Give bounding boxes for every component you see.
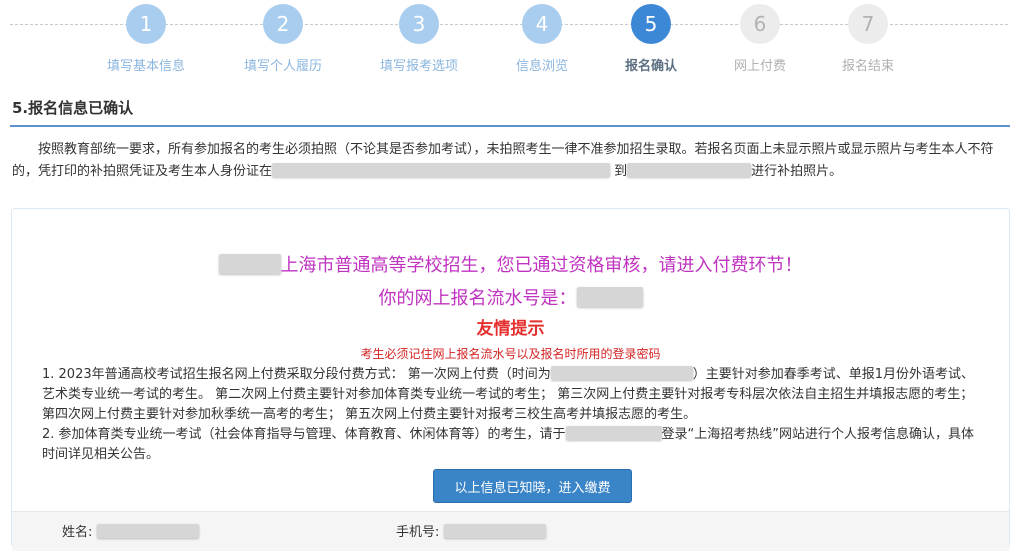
step-7-number: 7 xyxy=(848,4,888,44)
confirmation-card: 上海市普通高等学校招生，您已通过资格审核，请进入付费环节！ 你的网上报名流水号是… xyxy=(11,208,1010,551)
redacted-date xyxy=(627,163,752,177)
tip-title: 友情提示 xyxy=(476,319,545,339)
name-label: 姓名: xyxy=(62,525,93,540)
step-3-label: 填写报考选项 xyxy=(379,59,458,74)
tip-item-2: 2. 参加体育类专业统一考试（社会体育指导与管理、体育教育、休闲体育等）的考生，… xyxy=(42,425,987,465)
status-headline-text: 上海市普通高等学校招生，您已通过资格审核，请进入付费环节！ xyxy=(280,255,803,276)
redacted-year xyxy=(218,254,281,274)
step-1: 1 填写基本信息 xyxy=(86,4,206,74)
step-6-number: 6 xyxy=(740,4,780,44)
name-field: 姓名: xyxy=(62,521,199,540)
serial-number-label: 你的网上报名流水号是： xyxy=(378,288,577,309)
photo-notice: 按照教育部统一要求，所有参加报名的考生必须拍照（不论其是否参加考试），未拍照考生… xyxy=(12,139,1008,183)
proceed-to-payment-button[interactable]: 以上信息已知晓，进入缴费 xyxy=(433,469,632,503)
step-1-label: 填写基本信息 xyxy=(106,59,185,74)
step-4-number: 4 xyxy=(522,4,562,44)
step-5-current: 5 报名确认 xyxy=(591,4,711,74)
step-2-number: 2 xyxy=(263,4,303,44)
step-5-number: 5 xyxy=(631,4,671,44)
tip-body: 1. 2023年普通高校考试招生报名网上付费采取分段付费方式： 第一次网上付费（… xyxy=(42,365,987,465)
step-7: 7 报名结束 xyxy=(808,4,928,74)
step-2: 2 填写个人履历 xyxy=(223,4,343,74)
step-7-label: 报名结束 xyxy=(841,59,894,74)
redacted-phone xyxy=(443,524,546,538)
candidate-info-row: 姓名: 手机号: xyxy=(12,511,1009,551)
step-6-label: 网上付费 xyxy=(733,59,786,74)
redacted-serial-number xyxy=(576,287,643,307)
redacted-payment-time xyxy=(550,366,693,380)
phone-label: 手机号: xyxy=(396,525,440,540)
redacted-location xyxy=(272,163,611,177)
tip-item-1: 1. 2023年普通高校考试招生报名网上付费采取分段付费方式： 第一次网上付费（… xyxy=(42,365,987,425)
progress-stepper: 1 填写基本信息 2 填写个人履历 3 填写报考选项 4 信息浏览 5 报名确认… xyxy=(0,0,1018,80)
phone-field: 手机号: xyxy=(396,521,546,540)
step-3: 3 填写报考选项 xyxy=(359,4,479,74)
step-4: 4 信息浏览 xyxy=(482,4,602,74)
step-2-label: 填写个人履历 xyxy=(243,59,322,74)
section-divider xyxy=(10,125,1010,127)
notice-text-2: 到 xyxy=(614,164,628,179)
tip-warning: 考生必须记住网上报名流水号以及报名时所用的登录密码 xyxy=(360,347,661,361)
redacted-confirm-time xyxy=(565,426,662,440)
step-3-number: 3 xyxy=(399,4,439,44)
redacted-name xyxy=(96,524,199,538)
step-5-label: 报名确认 xyxy=(624,59,677,74)
tip-item-2-text-a: 2. 参加体育类专业统一考试（社会体育指导与管理、体育教育、休闲体育等）的考生，… xyxy=(42,427,566,442)
step-6: 6 网上付费 xyxy=(700,4,820,74)
step-1-number: 1 xyxy=(126,4,166,44)
tip-item-1-text-a: 1. 2023年普通高校考试招生报名网上付费采取分段付费方式： 第一次网上付费（… xyxy=(42,367,551,382)
serial-number-line: 你的网上报名流水号是： xyxy=(12,284,1009,310)
step-4-label: 信息浏览 xyxy=(515,59,568,74)
section-title: 5.报名信息已确认 xyxy=(12,99,134,117)
status-headline: 上海市普通高等学校招生，您已通过资格审核，请进入付费环节！ xyxy=(12,251,1009,277)
notice-text-3: 进行补拍照片。 xyxy=(751,164,843,179)
